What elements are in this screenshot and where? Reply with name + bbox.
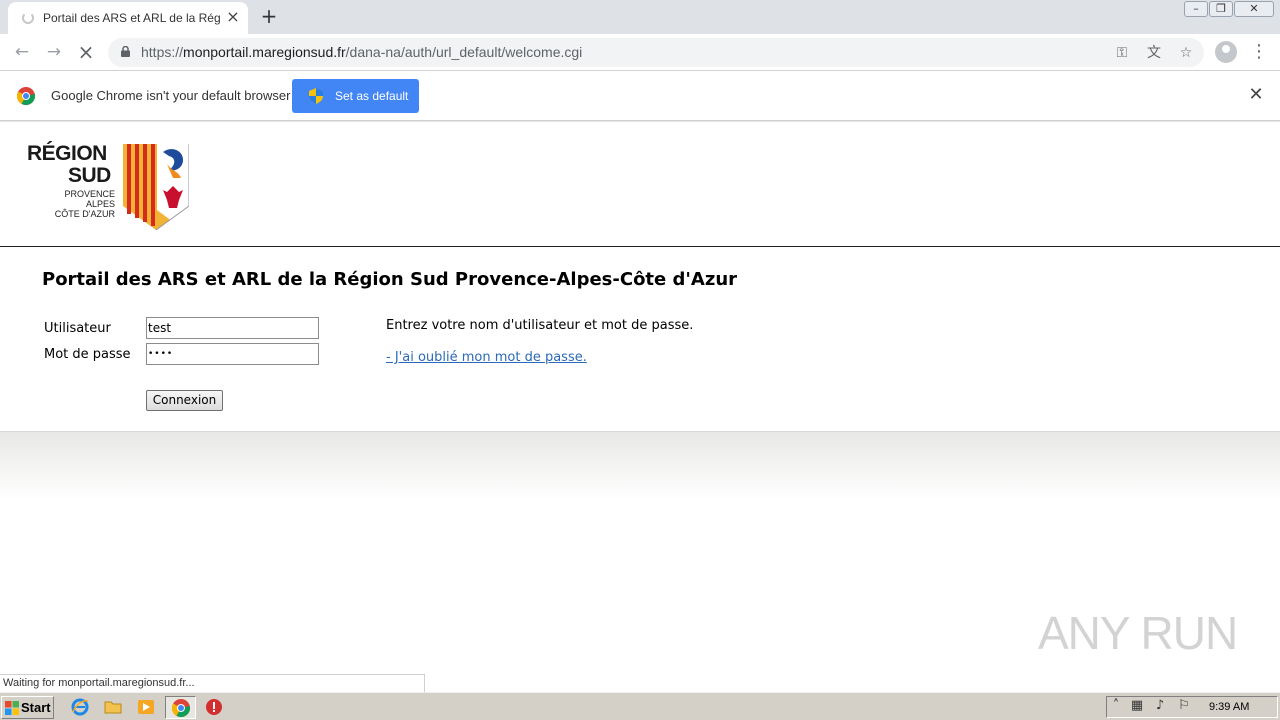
- profile-avatar-icon[interactable]: [1215, 41, 1237, 63]
- logo-text-sud: SUD: [68, 164, 111, 187]
- browser-tab[interactable]: Portail des ARS et ARL de la Région Sud …: [8, 2, 248, 34]
- browser-toolbar: ← → × https://monportail.maregionsud.fr/…: [0, 34, 1280, 71]
- logo-subtitle-line-1: PROVENCE: [64, 189, 115, 199]
- taskbar-chrome-button[interactable]: [165, 696, 196, 719]
- infobar-close-icon[interactable]: ✕: [1247, 86, 1265, 104]
- chrome-icon: [172, 699, 190, 717]
- default-browser-infobar: Google Chrome isn't your default browser…: [0, 71, 1280, 121]
- loading-spinner-icon: [22, 12, 34, 24]
- set-as-default-button[interactable]: Set as default: [292, 79, 419, 113]
- translate-icon[interactable]: 文: [1144, 43, 1164, 63]
- action-center-flag-icon[interactable]: ⚐: [1176, 698, 1192, 714]
- address-bar[interactable]: https://monportail.maregionsud.fr/dana-n…: [108, 38, 1204, 67]
- url-host: monportail.maregionsud.fr: [183, 44, 346, 60]
- username-label: Utilisateur: [44, 321, 111, 336]
- anyrun-watermark: ANY RUN: [1038, 607, 1238, 659]
- close-window-button[interactable]: ✕: [1234, 1, 1274, 17]
- restore-button[interactable]: ❐: [1209, 1, 1233, 17]
- logo-subtitle-line-3: CÔTE D'AZUR: [54, 209, 115, 219]
- url-protocol: https://: [141, 44, 184, 60]
- menu-dots-icon[interactable]: ⋮: [1250, 40, 1268, 64]
- page-content: RÉGION SUD PROVENCE ALPES CÔTE D'AZUR Po…: [0, 122, 1280, 692]
- tab-title: Portail des ARS et ARL de la Région Sud: [43, 11, 221, 25]
- media-player-icon[interactable]: [137, 698, 155, 716]
- infobar-message: Google Chrome isn't your default browser: [51, 88, 291, 103]
- status-bubble: Waiting for monportail.maregionsud.fr...: [0, 674, 425, 692]
- uac-shield-icon: [309, 88, 323, 104]
- start-label: Start: [21, 700, 51, 715]
- stop-icon[interactable]: [205, 698, 223, 716]
- chrome-logo-icon: [17, 87, 35, 105]
- stop-loading-icon[interactable]: ×: [74, 40, 98, 64]
- windows-flag-icon: [5, 701, 19, 715]
- footer-band: [0, 431, 1280, 501]
- connexion-button[interactable]: Connexion: [146, 390, 223, 411]
- internet-explorer-icon[interactable]: [71, 698, 89, 716]
- tab-close-icon[interactable]: ×: [224, 8, 242, 26]
- header-divider: [0, 246, 1280, 247]
- logo-subtitle: PROVENCE ALPES CÔTE D'AZUR: [54, 189, 115, 219]
- password-input[interactable]: ••••: [146, 343, 319, 365]
- logo-text-region: RÉGION: [27, 142, 107, 165]
- url-path: /dana-na/auth/url_default/welcome.cgi: [345, 44, 583, 60]
- forward-arrow-icon[interactable]: →: [42, 40, 66, 64]
- password-label: Mot de passe: [44, 347, 131, 362]
- logo-subtitle-line-2: ALPES: [85, 199, 115, 209]
- forgot-password-link[interactable]: - J'ai oublié mon mot de passe.: [386, 350, 587, 365]
- tab-strip: Portail des ARS et ARL de la Région Sud …: [0, 0, 1280, 34]
- network-icon[interactable]: ▦: [1129, 698, 1145, 714]
- folder-icon[interactable]: [104, 698, 122, 716]
- lock-icon: [121, 46, 130, 57]
- login-instructions: Entrez votre nom d'utilisateur et mot de…: [386, 318, 694, 333]
- volume-icon[interactable]: ♪: [1152, 698, 1168, 714]
- key-icon[interactable]: ⚿: [1112, 43, 1132, 63]
- new-tab-icon[interactable]: +: [258, 5, 280, 27]
- taskbar-clock[interactable]: 9:39 AM: [1209, 701, 1249, 713]
- start-button[interactable]: Start: [1, 696, 54, 719]
- set-as-default-label: Set as default: [335, 89, 409, 103]
- region-coat-of-arms-icon: [123, 144, 189, 230]
- windows-taskbar: Start ˄ ▦ ♪ ⚐ 9:39 AM: [0, 692, 1280, 720]
- show-hidden-icons-icon[interactable]: ˄: [1108, 698, 1124, 714]
- page-title: Portail des ARS et ARL de la Région Sud …: [42, 269, 738, 290]
- back-arrow-icon[interactable]: ←: [10, 40, 34, 64]
- region-sud-logo: RÉGION SUD PROVENCE ALPES CÔTE D'AZUR: [4, 126, 212, 242]
- minimize-button[interactable]: –: [1184, 1, 1208, 17]
- url-text: https://monportail.maregionsud.fr/dana-n…: [141, 44, 582, 60]
- username-input[interactable]: test: [146, 317, 319, 339]
- bookmark-star-icon[interactable]: ☆: [1176, 43, 1196, 63]
